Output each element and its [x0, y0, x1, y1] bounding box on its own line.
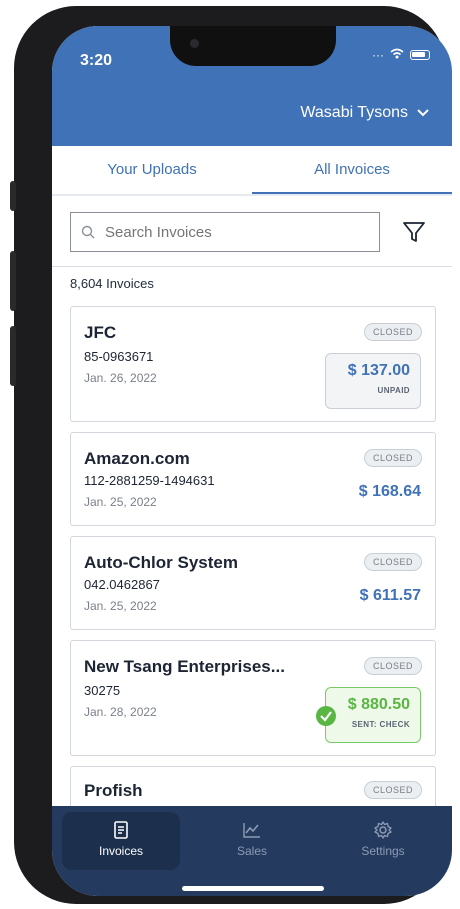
mute-switch — [10, 181, 16, 211]
invoice-card[interactable]: Auto-Chlor System 042.0462867 Jan. 25, 2… — [70, 536, 436, 630]
store-name: Wasabi Tysons — [300, 104, 408, 121]
invoice-amount: $ 137.00 — [347, 362, 410, 379]
volume-down-button — [10, 326, 16, 386]
status-icons: ··· — [372, 48, 430, 62]
invoice-date: Jan. 25, 2022 — [84, 599, 157, 613]
payment-status: SENT: CHECK — [351, 720, 410, 729]
vendor-name: Auto-Chlor System — [84, 553, 238, 572]
vendor-name: Amazon.com — [84, 449, 190, 468]
status-time: 3:20 — [80, 52, 113, 69]
invoice-amount: $ 880.50 — [347, 696, 410, 713]
tab-your-uploads[interactable]: Your Uploads — [52, 146, 252, 194]
filter-icon[interactable] — [402, 220, 426, 244]
payment-status: UNPAID — [377, 386, 410, 395]
invoice-amount: $ 611.57 — [359, 587, 421, 604]
invoice-amount: $ 168.64 — [358, 483, 421, 500]
tab-all-invoices[interactable]: All Invoices — [252, 146, 452, 194]
store-selector[interactable]: Wasabi Tysons — [300, 104, 430, 122]
tab-label: Invoices — [98, 844, 144, 858]
tab-invoices[interactable]: Invoices — [62, 812, 180, 870]
wifi-icon — [390, 48, 404, 62]
invoice-date: Jan. 26, 2022 — [84, 371, 157, 385]
app-screen: 3:20 ··· Wasabi Tysons Your Uploads All … — [52, 26, 452, 896]
volume-up-button — [10, 251, 16, 311]
tab-label: Settings — [361, 844, 405, 858]
phone-frame: 3:20 ··· Wasabi Tysons Your Uploads All … — [10, 6, 452, 904]
camera — [190, 39, 199, 48]
status-badge: CLOSED — [363, 449, 422, 467]
status-badge: CLOSED — [363, 781, 422, 799]
battery-icon — [410, 50, 430, 60]
invoice-tabs: Your Uploads All Invoices — [52, 146, 452, 196]
invoice-card[interactable]: New Tsang Enterprises... 30275 Jan. 28, … — [70, 640, 436, 756]
invoice-date: Jan. 25, 2022 — [84, 495, 157, 509]
tab-settings[interactable]: Settings — [324, 812, 442, 870]
notch — [170, 26, 336, 66]
invoice-number: 85-0963671 — [84, 349, 154, 364]
invoice-date: Jan. 28, 2022 — [84, 705, 157, 719]
amount-box: $ 137.00 UNPAID — [325, 353, 421, 409]
invoice-count: 8,604 Invoices — [70, 276, 154, 291]
app-header: 3:20 ··· Wasabi Tysons — [52, 26, 452, 146]
signal-icon: ··· — [372, 48, 384, 62]
divider — [52, 266, 452, 267]
invoice-icon — [114, 821, 128, 839]
status-badge: CLOSED — [363, 657, 422, 675]
search-input[interactable] — [103, 222, 343, 242]
status-badge: CLOSED — [363, 553, 422, 571]
invoice-number: 30275 — [84, 683, 121, 698]
status-badge: CLOSED — [363, 323, 422, 341]
invoice-card[interactable]: Amazon.com 112-2881259-1494631 Jan. 25, … — [70, 432, 436, 526]
tab-label: Sales — [236, 844, 268, 858]
invoice-card[interactable]: JFC 85-0963671 Jan. 26, 2022 CLOSED $ 13… — [70, 306, 436, 422]
invoice-number: 042.0462867 — [84, 577, 160, 592]
amount-box: $ 880.50 SENT: CHECK — [316, 687, 421, 743]
vendor-name: New Tsang Enterprises... — [84, 657, 285, 676]
tab-sales[interactable]: Sales — [193, 812, 311, 870]
search-icon — [81, 225, 95, 239]
gear-icon — [374, 821, 392, 839]
search-box[interactable] — [70, 212, 380, 252]
chevron-down-icon — [417, 109, 429, 117]
vendor-name: Profish — [84, 781, 143, 800]
home-indicator[interactable] — [182, 886, 324, 891]
vendor-name: JFC — [84, 323, 117, 342]
check-icon — [316, 706, 336, 726]
chart-icon — [243, 823, 260, 838]
invoice-number: 112-2881259-1494631 — [84, 473, 215, 488]
bottom-tab-bar: Invoices Sales Settings — [52, 806, 452, 896]
